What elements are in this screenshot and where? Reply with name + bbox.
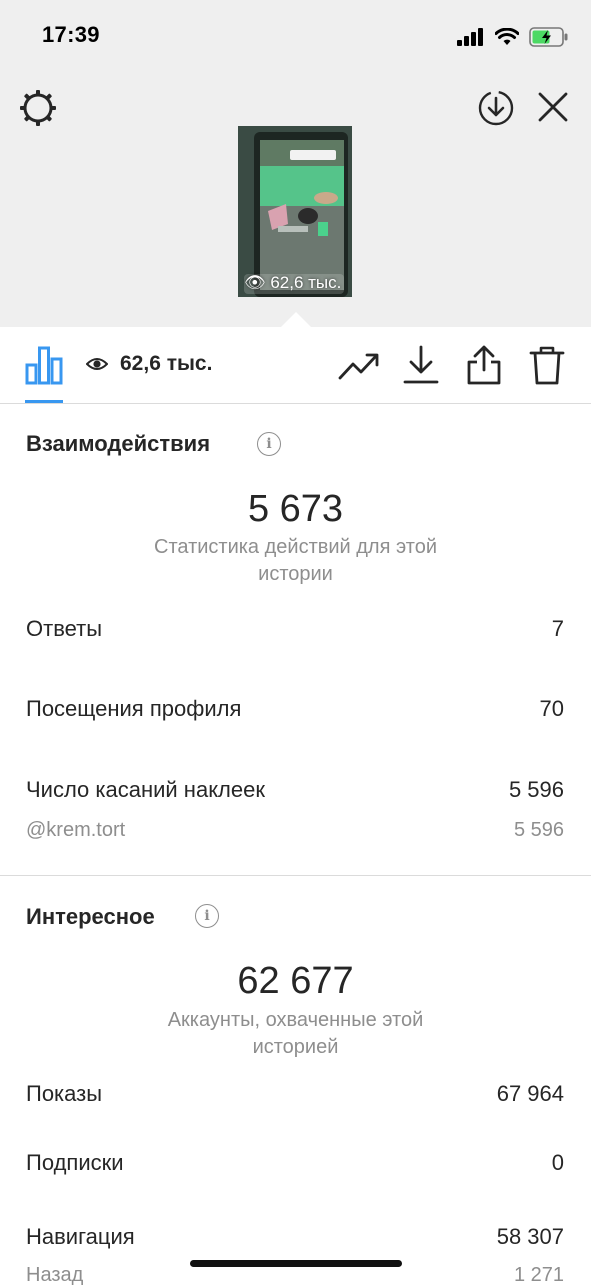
download-icon[interactable] (402, 344, 440, 386)
row-replies-label: Ответы (26, 616, 103, 641)
status-time: 17:39 (42, 22, 100, 47)
battery-icon (529, 27, 568, 47)
discovery-title: Интересное (26, 904, 155, 929)
story-image (238, 126, 352, 297)
eye-icon (86, 358, 108, 370)
discovery-caption: Аккаунты, охваченные этой историей (167, 1009, 424, 1058)
share-icon[interactable] (465, 344, 503, 386)
wifi-icon (495, 28, 519, 45)
row-impressions-value: 67 964 (496, 1081, 564, 1106)
thumbnail-views-label: 👁 62,6 тыс. (244, 273, 342, 292)
interactions-title: Взаимодействия (26, 431, 211, 456)
trending-icon[interactable] (338, 348, 380, 384)
home-indicator[interactable] (190, 1260, 402, 1267)
interactions-total: 5 673 (247, 488, 344, 530)
row-back-value: 1 271 (513, 1264, 564, 1286)
row-navigation-value: 58 307 (496, 1224, 564, 1249)
row-profile-visits-label: Посещения профиля (26, 696, 242, 721)
active-tab-underline (25, 400, 63, 403)
row-follows-label: Подписки (26, 1150, 124, 1175)
download-circle-icon[interactable] (476, 88, 516, 128)
selection-pointer (280, 312, 312, 328)
row-impressions-label: Показы (26, 1081, 103, 1106)
row-replies-value: 7 (551, 616, 564, 641)
interactions-info-icon[interactable]: i (257, 432, 281, 456)
eye-icon: 👁 (244, 273, 266, 292)
trash-icon[interactable] (528, 344, 566, 386)
row-follows-value: 0 (551, 1150, 564, 1175)
interactions-caption: Статистика действий для этой истории (154, 536, 437, 585)
story-thumbnail[interactable]: 👁 62,6 тыс. (238, 126, 352, 297)
row-sticker-taps-label: Число касаний наклеек (26, 777, 265, 802)
views-count: 62,6 тыс. (120, 352, 213, 375)
signal-icon (457, 28, 483, 46)
insights-bar-chart-icon[interactable] (25, 345, 63, 385)
sticker-mention-label[interactable]: @krem.tort (26, 819, 125, 842)
row-back-label: Назад (26, 1264, 84, 1286)
close-icon[interactable] (536, 90, 570, 124)
settings-gear-icon[interactable] (18, 88, 58, 128)
sticker-mention-value: 5 596 (513, 819, 564, 841)
row-navigation-label: Навигация (26, 1224, 135, 1249)
row-profile-visits-value: 70 (539, 696, 564, 721)
status-icons (457, 24, 569, 50)
section-divider (0, 875, 591, 876)
discovery-info-icon[interactable]: i (195, 904, 219, 928)
row-sticker-taps-value: 5 596 (508, 777, 564, 802)
discovery-total: 62 677 (237, 960, 354, 1002)
